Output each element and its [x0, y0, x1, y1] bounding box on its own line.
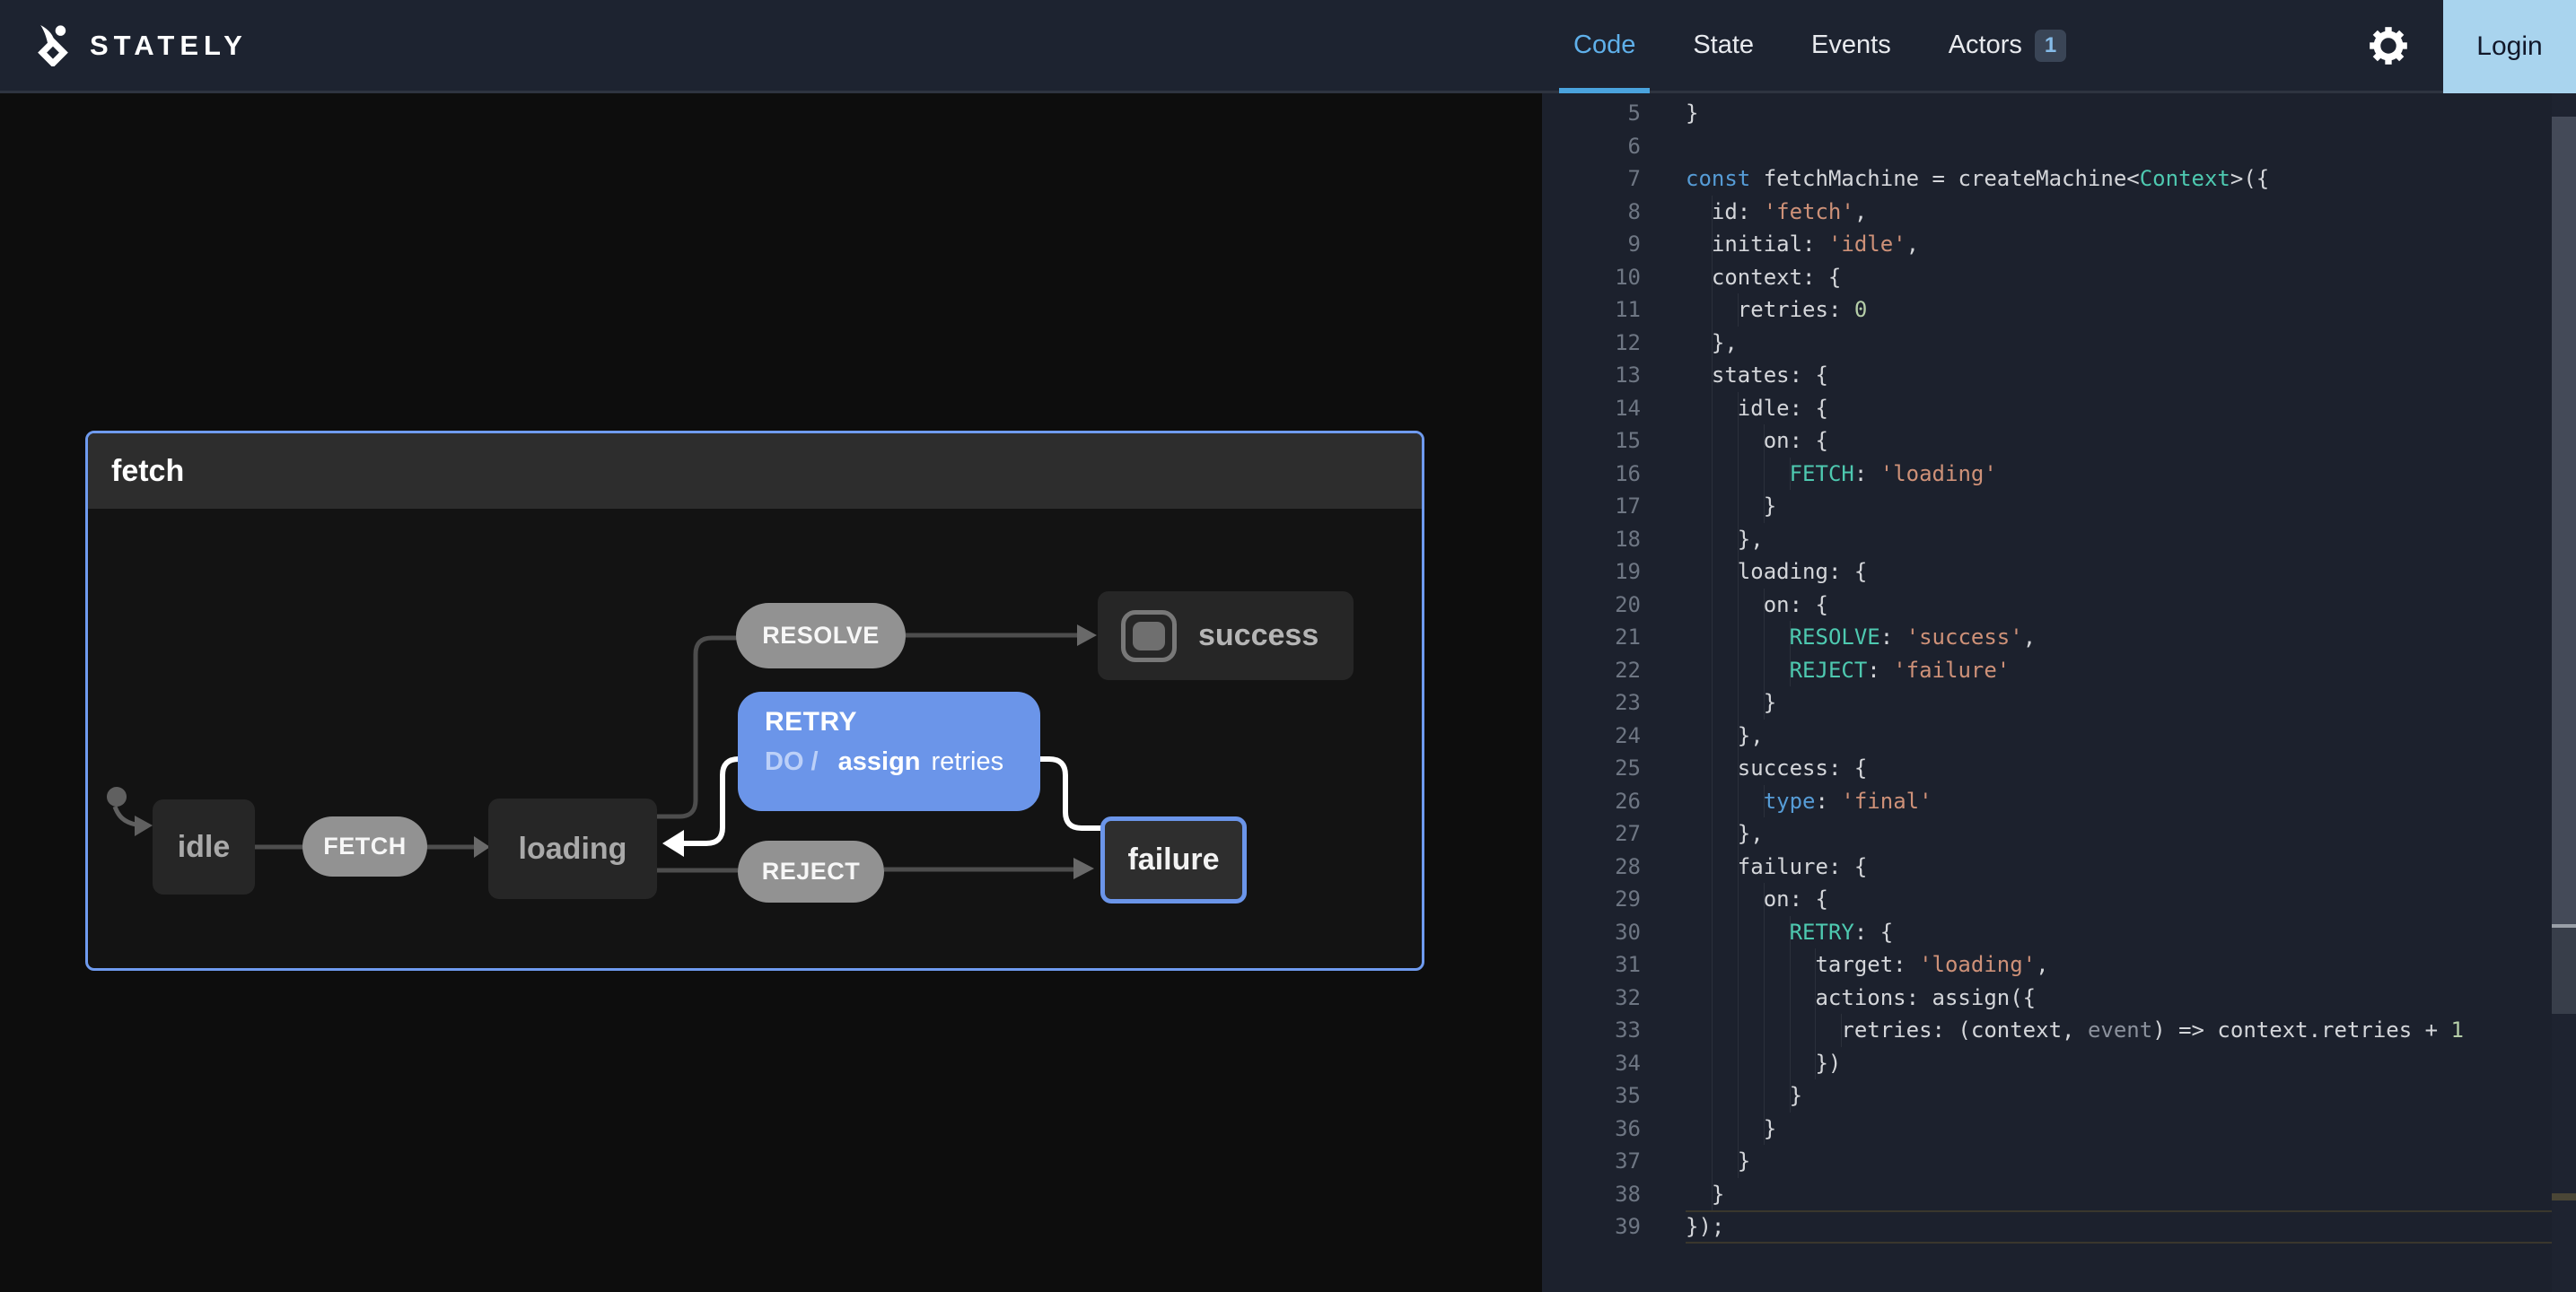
retry-action-name: assign [837, 747, 921, 776]
tab-actors-label: Actors [1948, 31, 2022, 59]
brand[interactable]: STATELY [32, 0, 248, 91]
code-line[interactable]: 35} [1542, 1079, 2576, 1113]
code-line[interactable]: 21 RESOLVE: 'success', [1542, 621, 2576, 654]
retry-action-row: DO / assign retries [765, 747, 1040, 777]
state-success[interactable]: success [1098, 591, 1354, 680]
code-lines: 5} 6 7 const fetchMachine = createMachine<C… [1542, 97, 2576, 1244]
actors-count-badge: 1 [2034, 29, 2067, 62]
tab-code-label: Code [1573, 31, 1636, 59]
state-success-label: success [1198, 618, 1319, 652]
tab-events-label: Events [1811, 31, 1891, 59]
code-line[interactable]: 18}, [1542, 522, 2576, 555]
code-line[interactable]: 22 REJECT: 'failure' [1542, 653, 2576, 686]
code-line[interactable]: 39}); [1542, 1210, 2576, 1244]
code-line[interactable]: 37} [1542, 1145, 2576, 1178]
code-line[interactable]: 13 states: { [1542, 359, 2576, 392]
initial-state-marker [107, 787, 153, 836]
settings-gear-icon[interactable] [2370, 27, 2407, 65]
main-nav: Code State Events Actors 1 [1558, 0, 2067, 93]
code-line[interactable]: 36} [1542, 1112, 2576, 1145]
code-line[interactable]: 10 context: { [1542, 260, 2576, 293]
code-line[interactable]: 9 initial: 'idle', [1542, 228, 2576, 261]
stately-logo-icon [38, 24, 68, 66]
scrollbar-thumb[interactable] [2552, 117, 2576, 924]
event-fetch-label: FETCH [323, 833, 407, 860]
code-line[interactable]: 7 const fetchMachine = createMachine<Cont… [1542, 162, 2576, 196]
code-line[interactable]: 19 loading: { [1542, 555, 2576, 589]
state-failure-label: failure [1127, 842, 1220, 877]
code-editor[interactable]: 5} 6 7 const fetchMachine = createMachine<C… [1542, 93, 2576, 1292]
code-line[interactable]: 32 actions: assign({ [1542, 981, 2576, 1014]
code-line[interactable]: 30 RETRY: { [1542, 915, 2576, 948]
code-line[interactable]: 27}, [1542, 817, 2576, 851]
editor-scrollbar[interactable] [2552, 93, 2576, 1292]
code-line[interactable]: 25 success: { [1542, 752, 2576, 785]
code-line[interactable]: 11 retries: 0 [1542, 293, 2576, 327]
top-bar: STATELY Code State Events Actors 1 Login [0, 0, 2576, 93]
login-button[interactable]: Login [2443, 0, 2576, 93]
code-line[interactable]: 29 on: { [1542, 883, 2576, 916]
scrollbar-secondary [2552, 928, 2576, 1014]
state-loading[interactable]: loading [488, 799, 657, 899]
brand-name: STATELY [90, 29, 248, 61]
event-retry-label: RETRY [765, 707, 858, 737]
scrollbar-current-line-marker [2552, 1193, 2576, 1200]
code-line[interactable]: 5} [1542, 97, 2576, 130]
event-resolve-label: RESOLVE [762, 622, 880, 649]
code-line[interactable]: 16 FETCH: 'loading' [1542, 457, 2576, 490]
tab-code[interactable]: Code [1558, 0, 1651, 93]
retry-do-label: DO / [765, 747, 819, 776]
tab-state[interactable]: State [1693, 0, 1754, 91]
state-idle[interactable]: idle [153, 799, 255, 895]
diagram-canvas[interactable]: fetch idle loading success failure FETCH… [0, 93, 1542, 1292]
code-line[interactable]: 34}) [1542, 1046, 2576, 1079]
code-line[interactable]: 38} [1542, 1177, 2576, 1210]
code-line[interactable]: 31 target: 'loading', [1542, 948, 2576, 982]
code-line[interactable]: 28 failure: { [1542, 850, 2576, 883]
tab-state-label: State [1693, 31, 1755, 59]
code-line[interactable]: 24}, [1542, 719, 2576, 752]
tab-actors[interactable]: Actors 1 [1949, 0, 2067, 91]
state-failure[interactable]: failure [1100, 816, 1247, 904]
event-reject[interactable]: REJECT [738, 841, 884, 903]
code-line[interactable]: 12}, [1542, 326, 2576, 359]
final-state-icon [1121, 609, 1177, 662]
code-line[interactable]: 8 id: 'fetch', [1542, 195, 2576, 228]
event-reject-label: REJECT [761, 858, 861, 885]
code-line[interactable]: 33 retries: (context, event) => context.r… [1542, 1014, 2576, 1047]
state-loading-label: loading [518, 831, 627, 866]
code-line[interactable]: 6 [1542, 130, 2576, 163]
code-line[interactable]: 23} [1542, 686, 2576, 720]
code-line[interactable]: 20 on: { [1542, 588, 2576, 621]
event-resolve[interactable]: RESOLVE [736, 603, 906, 668]
event-fetch[interactable]: FETCH [302, 816, 427, 877]
retry-action-arg: retries [931, 747, 1004, 776]
state-idle-label: idle [177, 829, 231, 864]
code-line[interactable]: 17} [1542, 490, 2576, 523]
code-line[interactable]: 26 type: 'final' [1542, 784, 2576, 817]
code-line[interactable]: 15 on: { [1542, 424, 2576, 458]
code-line[interactable]: 14 idle: { [1542, 391, 2576, 424]
event-retry[interactable]: RETRY DO / assign retries [738, 692, 1040, 811]
tab-events[interactable]: Events [1811, 0, 1891, 91]
